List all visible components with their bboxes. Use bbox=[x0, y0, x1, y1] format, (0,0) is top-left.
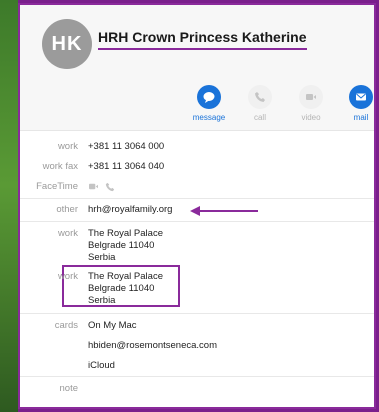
address-line-3: Serbia bbox=[88, 295, 116, 306]
contact-header: HK HRH Crown Princess Katherine message … bbox=[20, 5, 374, 131]
background-photo-strip bbox=[0, 0, 18, 412]
address-line-2: Belgrade 11040 bbox=[88, 283, 155, 294]
facetime-audio-icon[interactable] bbox=[105, 182, 115, 196]
address-line-1: The Royal Palace bbox=[88, 228, 163, 239]
call-button[interactable]: call bbox=[235, 85, 285, 122]
call-label: call bbox=[253, 113, 266, 122]
mail-label: mail bbox=[353, 113, 369, 122]
card-item[interactable]: hbiden@rosemontseneca.com bbox=[88, 340, 217, 352]
field-label: other bbox=[56, 204, 78, 215]
envelope-icon bbox=[349, 85, 373, 109]
avatar-initials: HK bbox=[51, 32, 83, 55]
video-button[interactable]: video bbox=[286, 85, 336, 122]
field-label: note bbox=[59, 383, 79, 394]
card-item[interactable]: iCloud bbox=[88, 360, 115, 372]
card-item[interactable]: On My Mac bbox=[88, 320, 137, 332]
contact-name: HRH Crown Princess Katherine bbox=[98, 29, 307, 50]
video-label: video bbox=[301, 113, 321, 122]
phone-value[interactable]: +381 11 3064 000 bbox=[88, 141, 164, 153]
field-label: work bbox=[57, 141, 78, 152]
field-label: work bbox=[57, 228, 78, 239]
video-camera-icon bbox=[299, 85, 323, 109]
field-label: cards bbox=[54, 320, 78, 331]
email-value[interactable]: hrh@royalfamily.org bbox=[88, 204, 172, 216]
field-label: work fax bbox=[42, 161, 78, 172]
facetime-video-icon[interactable] bbox=[88, 182, 99, 196]
fax-value[interactable]: +381 11 3064 040 bbox=[88, 161, 164, 173]
address-line-2: Belgrade 11040 bbox=[88, 240, 155, 251]
divider bbox=[20, 313, 374, 314]
message-button[interactable]: message bbox=[184, 85, 234, 122]
divider bbox=[20, 221, 374, 222]
annotation-arrow-icon bbox=[190, 206, 258, 216]
field-label: work bbox=[57, 271, 78, 282]
phone-icon bbox=[248, 85, 272, 109]
action-bar: message call video mail bbox=[20, 85, 374, 129]
address-line-3: Serbia bbox=[88, 252, 116, 263]
contact-card: HK HRH Crown Princess Katherine message … bbox=[18, 3, 376, 409]
message-bubble-icon bbox=[197, 85, 221, 109]
mail-button[interactable]: mail bbox=[336, 85, 374, 122]
address-line-1: The Royal Palace bbox=[88, 271, 163, 282]
avatar: HK bbox=[42, 19, 92, 69]
divider bbox=[20, 198, 374, 199]
facetime-icons bbox=[88, 182, 115, 196]
divider bbox=[20, 376, 374, 377]
message-label: message bbox=[192, 113, 226, 122]
field-label: FaceTime bbox=[36, 181, 78, 192]
